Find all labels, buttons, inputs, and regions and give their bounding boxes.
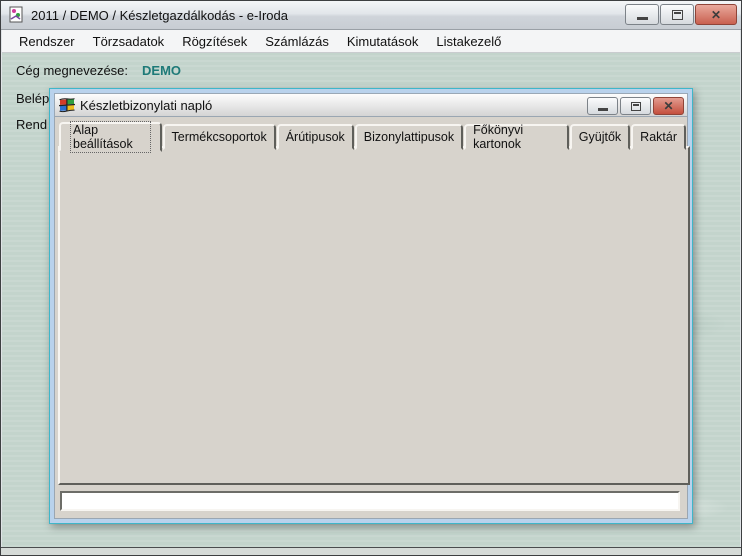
dialog-minimize-icon — [598, 108, 608, 111]
menu-rendszer[interactable]: Rendszer — [10, 32, 84, 51]
dialog-titlebar[interactable]: Készletbizonylati napló ✕ — [54, 93, 688, 117]
dialog-controls: ✕ — [587, 97, 684, 115]
tab-fokonyvi-kartonok[interactable]: Főkönyvi kartonok — [464, 124, 569, 150]
company-value: DEMO — [142, 63, 181, 78]
tab-panel — [58, 146, 690, 485]
tab-raktar[interactable]: Raktár — [631, 124, 686, 150]
main-window: 2011 / DEMO / Készletgazdálkodás - e-Iro… — [0, 0, 742, 556]
dialog-close-icon: ✕ — [663, 100, 673, 112]
menu-bar: Rendszer Törzsadatok Rögzítések Számlázá… — [2, 30, 740, 53]
app-icon — [7, 6, 25, 24]
tab-alap-beallitasok[interactable]: Alap beállítások — [59, 122, 162, 152]
menu-rogzitesek[interactable]: Rögzítések — [173, 32, 256, 51]
window-bottom-strip — [1, 547, 741, 555]
dialog-title: Készletbizonylati napló — [80, 98, 212, 113]
close-icon: ✕ — [711, 9, 721, 21]
status-bar — [60, 491, 680, 511]
dialog-close-button[interactable]: ✕ — [653, 97, 684, 115]
tab-arutipusok[interactable]: Árútipusok — [277, 124, 354, 150]
menu-kimutatasok[interactable]: Kimutatások — [338, 32, 428, 51]
menu-torzsadatok[interactable]: Törzsadatok — [84, 32, 174, 51]
tab-termekcsoportok[interactable]: Termékcsoportok — [163, 124, 276, 150]
dialog-maximize-button[interactable] — [620, 97, 651, 115]
main-client-area: Cég megnevezése: DEMO Belép Rend — [2, 53, 740, 547]
menu-listakezelo[interactable]: Listakezelő — [427, 32, 510, 51]
window-title: 2011 / DEMO / Készletgazdálkodás - e-Iro… — [31, 8, 288, 23]
company-label: Cég megnevezése: — [16, 63, 128, 78]
minimize-icon — [637, 17, 648, 20]
windows-logo-icon — [59, 98, 75, 113]
company-row: Cég megnevezése: DEMO — [16, 63, 181, 78]
partial-label-rend: Rend — [16, 117, 47, 132]
dialog-keszletbizonylati-naplo: Készletbizonylati napló ✕ Alap beállítás… — [49, 88, 693, 524]
dialog-client: Alap beállítások Termékcsoportok Árútipu… — [54, 116, 688, 519]
tab-bizonylattipusok[interactable]: Bizonylattipusok — [355, 124, 463, 150]
tab-strip: Alap beállítások Termékcsoportok Árútipu… — [59, 122, 687, 150]
maximize-icon — [672, 10, 683, 20]
menu-szamlazas[interactable]: Számlázás — [256, 32, 338, 51]
maximize-button[interactable] — [660, 4, 694, 25]
tab-gyujtok[interactable]: Gyüjtők — [570, 124, 630, 150]
partial-label-belep: Belép — [16, 91, 49, 106]
dialog-minimize-button[interactable] — [587, 97, 618, 115]
main-titlebar[interactable]: 2011 / DEMO / Készletgazdálkodás - e-Iro… — [1, 1, 741, 30]
screen: 2011 / DEMO / Készletgazdálkodás - e-Iro… — [0, 0, 742, 556]
minimize-button[interactable] — [625, 4, 659, 25]
window-controls: ✕ — [625, 4, 737, 25]
dialog-maximize-icon — [631, 102, 641, 111]
close-button[interactable]: ✕ — [695, 4, 737, 25]
